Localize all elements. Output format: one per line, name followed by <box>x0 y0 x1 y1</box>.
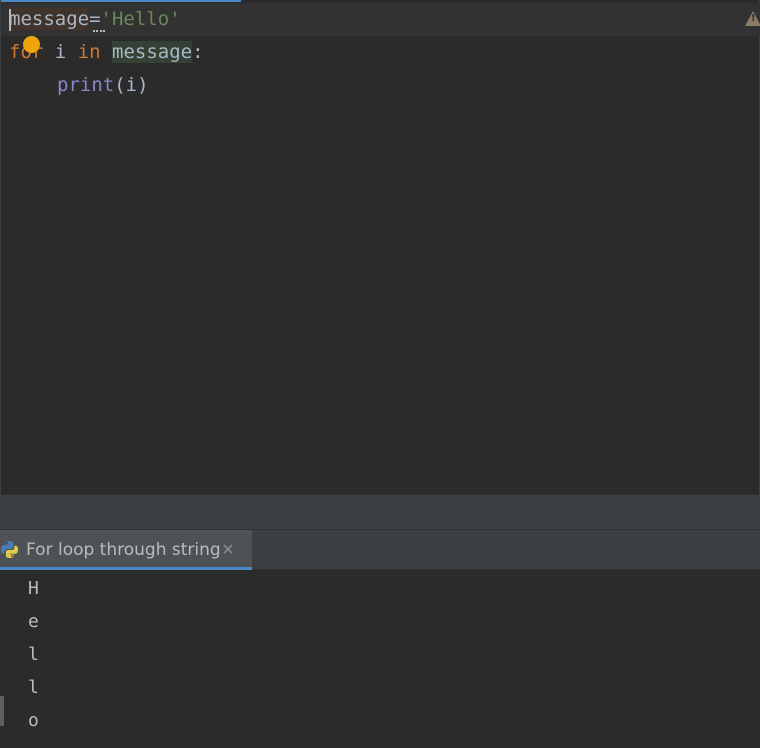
pep8-warning-squiggle <box>93 27 105 32</box>
console-line: l <box>28 644 39 665</box>
tab-run-config[interactable]: For loop through string ✕ <box>0 530 252 570</box>
console-line: e <box>28 611 39 632</box>
colon: : <box>192 41 204 63</box>
close-icon[interactable]: ✕ <box>221 542 235 558</box>
run-tab-label: For loop through string <box>26 540 221 560</box>
call-args: (i) <box>114 74 149 96</box>
console-line: l <box>28 677 39 698</box>
console-gutter-marker <box>0 696 4 726</box>
identifier-message-ref: message <box>112 41 193 63</box>
string-literal: 'Hello' <box>100 8 181 30</box>
intention-bulb-icon[interactable] <box>23 36 40 53</box>
console-line: o <box>28 710 39 731</box>
code-line-3[interactable]: print(i) <box>57 69 149 102</box>
keyword-in: in <box>77 41 101 63</box>
loop-variable: i <box>54 41 67 63</box>
text-caret <box>9 9 11 31</box>
identifier-message: message <box>9 8 90 30</box>
python-icon <box>0 540 19 559</box>
editor-tab-accent <box>1 0 241 2</box>
builtin-print: print <box>57 74 115 96</box>
warning-icon[interactable] <box>745 11 760 26</box>
console-line: H <box>28 578 39 599</box>
run-console-output[interactable]: H e l l o <box>0 570 760 748</box>
run-tool-window-tabbar: For loop through string ✕ <box>0 530 760 570</box>
panel-splitter[interactable] <box>0 494 760 530</box>
code-editor[interactable]: message='Hello' for i in message: print(… <box>0 0 760 494</box>
